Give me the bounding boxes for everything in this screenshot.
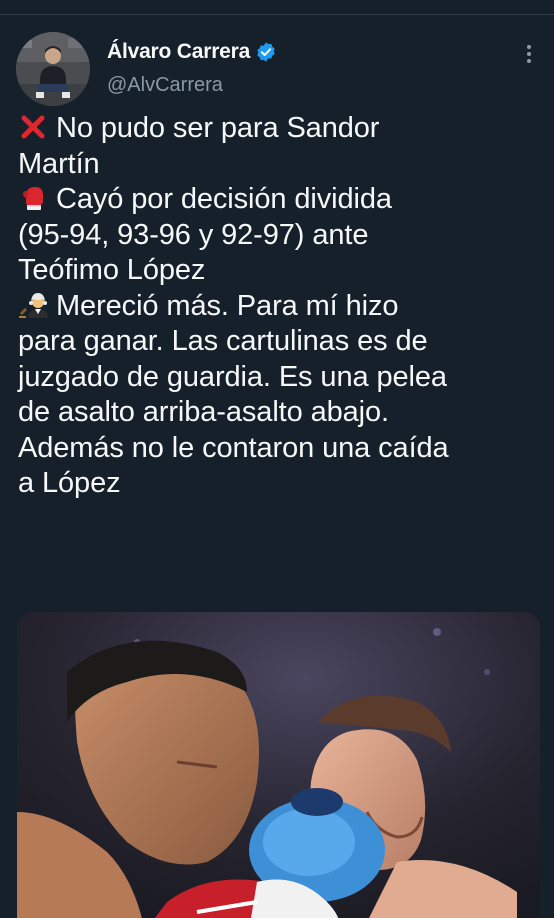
judge-icon <box>18 290 48 320</box>
tweet-line: Cayó por decisión dividida <box>18 182 538 218</box>
top-divider <box>0 14 554 15</box>
tweet-line-text: Teófimo López <box>18 254 206 286</box>
tweet-line-text: juzgado de guardia. Es una pelea <box>18 360 447 393</box>
tweet-line-text: (95-94, 93-96 y 92-97) ante <box>18 218 369 251</box>
tweet-line-text: para ganar. Las cartulinas es de <box>18 325 428 357</box>
tweet-line-text: Cayó por decisión dividida <box>56 183 392 215</box>
tweet-line-text: Martín <box>18 147 100 180</box>
author-handle[interactable]: @AlvCarrera <box>107 74 223 97</box>
boxing-glove-icon <box>18 183 48 213</box>
tweet-line-text: Mereció más. Para mí hizo <box>56 289 399 322</box>
boxing-photo <box>17 612 540 918</box>
cross-mark-icon <box>18 112 48 142</box>
tweet-text: No pudo ser para Sandor Martín Cayó por … <box>18 111 538 502</box>
tweet-line: Teófimo López <box>18 253 538 289</box>
tweet-line: de asalto arriba-asalto abajo. <box>18 395 538 431</box>
tweet-line-text: a López <box>18 467 121 499</box>
tweet-line-text: Además no le contaron una caída <box>18 431 449 464</box>
tweet-line: Además no le contaron una caída <box>18 431 538 467</box>
tweet-line: juzgado de guardia. Es una pelea <box>18 360 538 396</box>
tweet-line: para ganar. Las cartulinas es de <box>18 324 538 360</box>
tweet-line-text: de asalto arriba-asalto abajo. <box>18 396 390 428</box>
tweet-line: a López <box>18 466 538 502</box>
tweet-line-text: No pudo ser para Sandor <box>56 112 380 144</box>
tweet-line: No pudo ser para Sandor <box>18 111 538 147</box>
tweet-line: Mereció más. Para mí hizo <box>18 289 538 325</box>
avatar[interactable] <box>16 32 90 106</box>
more-vertical-icon[interactable] <box>520 42 538 66</box>
display-name[interactable]: Álvaro Carrera <box>107 40 250 64</box>
avatar-photo <box>16 32 90 106</box>
tweet-line: (95-94, 93-96 y 92-97) ante <box>18 218 538 254</box>
author-name-row[interactable]: Álvaro Carrera <box>107 39 277 65</box>
tweet-media-photo[interactable] <box>17 612 540 918</box>
tweet-line: Martín <box>18 147 538 183</box>
verified-badge-icon <box>255 41 277 63</box>
